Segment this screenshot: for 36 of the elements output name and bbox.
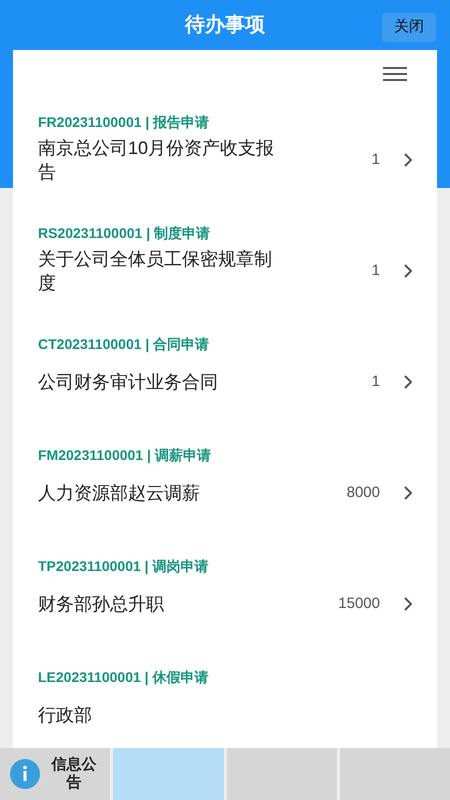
task-item[interactable]: RS20231100001 | 制度申请 关于公司全体员工保密规章制度 1	[13, 209, 437, 320]
task-count: 1	[372, 150, 380, 170]
task-title: 公司财务审计业务合同	[38, 371, 219, 394]
task-title: 行政部	[38, 704, 93, 727]
task-count: 8000	[346, 482, 380, 503]
task-code: CT20231100001 | 合同申请	[38, 335, 210, 354]
chevron-right-icon	[404, 597, 412, 611]
chevron-right-icon	[404, 153, 412, 167]
task-code: FR20231100001 | 报告申请	[38, 113, 210, 132]
bottom-tab[interactable]: 信息公告	[0, 748, 110, 800]
chevron-right-icon	[404, 375, 412, 389]
task-title: 人力资源部赵云调薪	[38, 482, 201, 505]
task-title: 南京总公司10月份资产收支报告	[38, 137, 276, 184]
task-code: LE20231100001 | 休假申请	[38, 668, 210, 688]
info-icon	[10, 759, 40, 789]
task-code: RS20231100001 | 制度申请	[38, 224, 212, 244]
bottom-tab[interactable]	[226, 748, 337, 800]
task-title: 关于公司全体员工保密规章制度	[38, 248, 273, 295]
task-count: 1	[372, 260, 380, 281]
task-item[interactable]: LE20231100001 | 休假申请 行政部	[13, 653, 437, 748]
bottom-tab[interactable]	[113, 748, 224, 800]
close-button[interactable]: 关闭	[382, 13, 436, 42]
task-title: 财务部孙总升职	[38, 593, 165, 616]
chevron-right-icon	[404, 486, 412, 500]
task-count: 15000	[338, 594, 380, 614]
task-code: TP20231100001 | 调岗申请	[38, 557, 210, 576]
task-code: FM20231100001 | 调薪申请	[38, 446, 212, 466]
task-item[interactable]: FR20231100001 | 报告申请 南京总公司10月份资产收支报告 1	[13, 98, 437, 209]
task-item[interactable]: TP20231100001 | 调岗申请 财务部孙总升职 15000	[13, 542, 437, 653]
task-item[interactable]: CT20231100001 | 合同申请 公司财务审计业务合同 1	[13, 320, 437, 431]
task-item[interactable]: FM20231100001 | 调薪申请 人力资源部赵云调薪 8000	[13, 431, 437, 542]
bottom-tab[interactable]	[340, 748, 450, 800]
page-title: 待办事项	[185, 13, 265, 38]
task-count: 1	[372, 372, 380, 392]
chevron-right-icon	[404, 264, 412, 278]
menu-icon[interactable]	[383, 67, 407, 81]
